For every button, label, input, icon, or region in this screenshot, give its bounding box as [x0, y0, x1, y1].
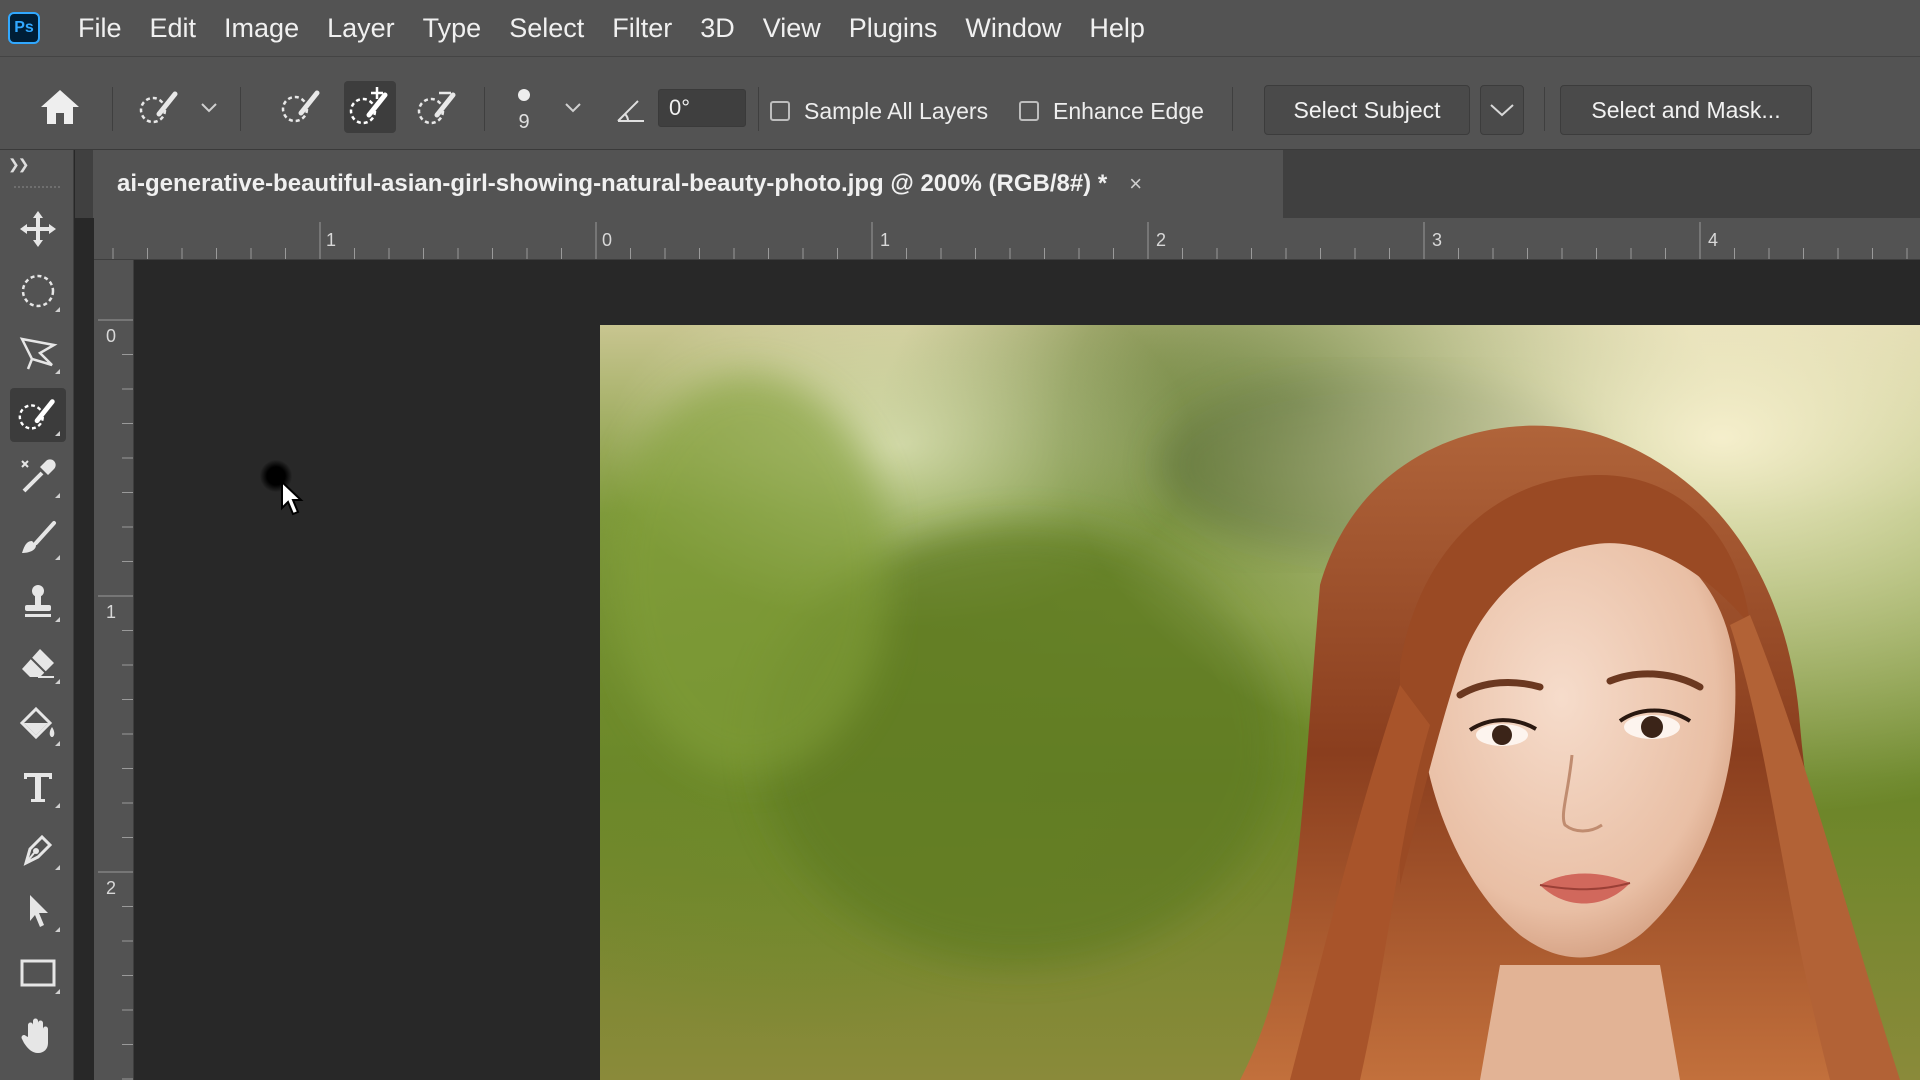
preset-dropdown[interactable]	[196, 95, 222, 121]
subtract-from-selection-mode[interactable]	[412, 81, 464, 133]
eraser-tool[interactable]	[10, 636, 66, 690]
type-tool[interactable]	[10, 760, 66, 814]
brush-dot-icon	[518, 88, 530, 101]
hand-tool[interactable]	[10, 1008, 66, 1062]
path-selection-tool[interactable]	[10, 884, 66, 938]
ruler-label: 1	[106, 602, 117, 622]
ellipse-marquee-icon	[21, 274, 55, 308]
document-image[interactable]	[600, 325, 1920, 1080]
lasso-icon	[19, 337, 58, 370]
pen-icon	[23, 834, 53, 866]
sample-all-layers-label: Sample All Layers	[804, 97, 989, 124]
menu-edit[interactable]: Edit	[150, 13, 197, 44]
menu-layer[interactable]: Layer	[327, 13, 395, 44]
home-icon	[41, 90, 79, 124]
brush-icon	[22, 521, 56, 553]
rectangle-icon	[20, 959, 56, 987]
ruler-label: 1	[880, 230, 891, 250]
portrait-photo	[600, 325, 1920, 1080]
menu-view[interactable]: View	[763, 13, 821, 44]
hand-icon	[21, 1018, 48, 1053]
home-button[interactable]	[30, 79, 90, 135]
eyedropper-tool[interactable]	[10, 450, 66, 504]
checkbox-box[interactable]	[770, 101, 790, 121]
brush-size-value: 9	[518, 110, 530, 133]
eyedropper-icon	[21, 459, 56, 493]
add-selection-icon	[349, 87, 388, 125]
brush-picker[interactable]: 9	[506, 83, 542, 139]
clone-stamp-tool[interactable]	[10, 574, 66, 628]
document-tab[interactable]: ai-generative-beautiful-asian-girl-showi…	[93, 150, 1283, 218]
options-bar: 9 0° Sample All Layers Enhance Edge Sele…	[0, 56, 1920, 150]
menu-file[interactable]: File	[78, 13, 122, 44]
pen-tool[interactable]	[10, 822, 66, 876]
elliptical-marquee-tool[interactable]	[10, 264, 66, 318]
horizontal-ruler[interactable]: 1 0 1 2 3 4	[94, 218, 1920, 260]
mouse-pointer-icon	[280, 479, 304, 521]
enhance-edge-label: Enhance Edge	[1053, 97, 1204, 124]
angle-label	[614, 93, 648, 127]
tool-preset-picker[interactable]	[130, 83, 190, 133]
add-to-selection-mode[interactable]	[344, 81, 396, 133]
ruler-label: 2	[1156, 230, 1167, 250]
new-selection-icon	[281, 90, 320, 123]
paint-bucket-tool[interactable]	[10, 698, 66, 752]
ruler-label: 0	[106, 326, 117, 346]
rectangle-tool[interactable]	[10, 946, 66, 1000]
select-and-mask-button[interactable]: Select and Mask...	[1560, 85, 1812, 135]
move-icon	[20, 211, 56, 247]
new-selection-mode[interactable]	[276, 81, 328, 133]
close-icon[interactable]: ×	[1129, 171, 1142, 197]
chevron-down-icon	[565, 103, 581, 113]
arrow-icon	[30, 895, 48, 927]
enhance-edge-checkbox[interactable]: Enhance Edge	[1019, 93, 1204, 129]
vertical-ruler[interactable]: 0 1 2	[94, 260, 134, 1080]
checkbox-box[interactable]	[1019, 101, 1039, 121]
polygonal-lasso-tool[interactable]	[10, 326, 66, 380]
stamp-icon	[25, 585, 51, 617]
select-subject-dropdown[interactable]	[1480, 85, 1524, 135]
eraser-icon	[22, 649, 54, 678]
menu-image[interactable]: Image	[224, 13, 299, 44]
document-tab-bar: ai-generative-beautiful-asian-girl-showi…	[75, 150, 1920, 218]
move-tool[interactable]	[10, 202, 66, 256]
quick-selection-icon	[18, 399, 55, 430]
quick-selection-tool[interactable]	[10, 388, 66, 442]
brush-dropdown[interactable]	[560, 95, 586, 121]
menu-bar: Ps File Edit Image Layer Type Select Fil…	[0, 0, 1920, 56]
subtract-selection-icon	[417, 91, 456, 125]
quick-selection-icon	[139, 91, 178, 124]
menu-filter[interactable]: Filter	[612, 13, 672, 44]
ruler-label: 3	[1432, 230, 1443, 250]
expand-panel-icon[interactable]: ❯❯	[8, 156, 30, 173]
ruler-label: 4	[1708, 230, 1719, 250]
photoshop-logo[interactable]: Ps	[8, 12, 40, 44]
menu-window[interactable]: Window	[965, 13, 1061, 44]
panel-grip[interactable]	[14, 186, 60, 190]
angle-input[interactable]: 0°	[658, 89, 746, 127]
type-icon	[24, 773, 52, 802]
document-title: ai-generative-beautiful-asian-girl-showi…	[117, 170, 1108, 197]
chevron-down-icon	[201, 103, 217, 113]
brush-tool[interactable]	[10, 512, 66, 566]
menu-type[interactable]: Type	[423, 13, 482, 44]
select-subject-button[interactable]: Select Subject	[1264, 85, 1470, 135]
tools-panel: ❯❯	[0, 150, 74, 1080]
menu-select[interactable]: Select	[509, 13, 584, 44]
ruler-label: 2	[106, 878, 117, 898]
menu-plugins[interactable]: Plugins	[849, 13, 938, 44]
menu-3d[interactable]: 3D	[700, 13, 735, 44]
sample-all-layers-checkbox[interactable]: Sample All Layers	[770, 93, 988, 129]
menu-help[interactable]: Help	[1089, 13, 1145, 44]
ruler-label: 1	[326, 230, 337, 250]
chevron-down-icon	[1490, 104, 1514, 117]
ruler-label: 0	[602, 230, 613, 250]
angle-icon	[617, 100, 644, 122]
paint-bucket-icon	[19, 706, 55, 740]
